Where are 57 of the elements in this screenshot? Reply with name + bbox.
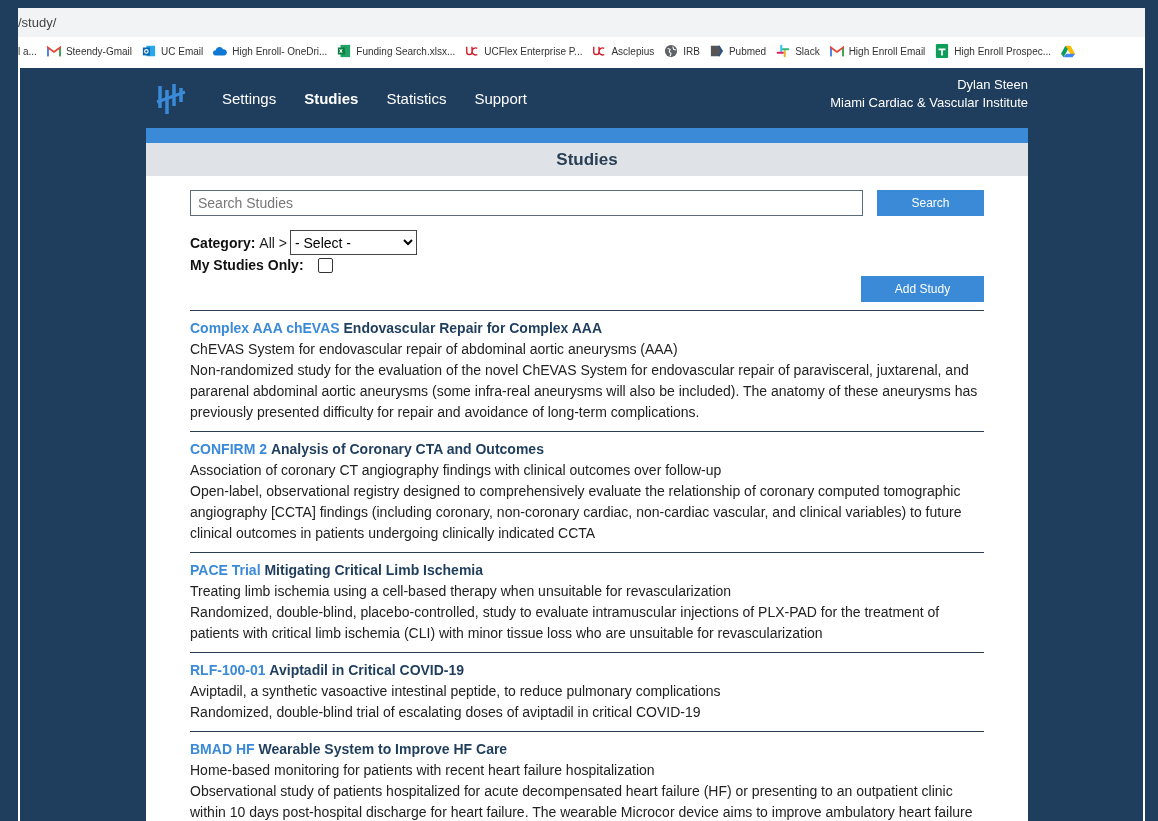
checkbox[interactable]	[317, 257, 333, 273]
globe-icon	[664, 44, 679, 58]
mail-icon	[46, 44, 61, 58]
nav-link[interactable]: Support	[474, 89, 527, 107]
nav-link[interactable]: Studies	[304, 89, 359, 107]
nav-link[interactable]: Settings	[222, 89, 277, 107]
bookmark[interactable]: High Enroll- OneDri...	[213, 44, 328, 58]
study-description: Observational study of patients hospitalized for acute decompensated heart failure (HF) or presenting to an outpatient clinic within 10 days post-hospital discharge for heart failure. The wearable Microcor device aims to improve ambulatory heart failure	[190, 782, 974, 821]
bookmark[interactable]: Slack	[776, 44, 820, 58]
category-path: All >	[259, 234, 287, 251]
spreadsheet-icon	[337, 44, 352, 58]
bookmark-icon	[709, 44, 724, 58]
triangle-icon	[1061, 44, 1076, 58]
bookmark[interactable]: Asclepius	[592, 44, 655, 58]
nav-link[interactable]: Statistics	[386, 89, 447, 107]
bookmark[interactable]: UCFlex Enterprise P...	[465, 44, 583, 58]
study-summary: Aviptadil, a synthetic vasoactive intestinal peptide, to reduce pulmonary complications	[190, 682, 722, 701]
study-title: PACE Trial Mitigating Critical Limb Ischemia	[190, 561, 485, 580]
study-title: BMAD HF Wearable System to Improve HF Care	[190, 740, 509, 759]
logo-icon	[592, 44, 607, 58]
bookmark[interactable]: IRB	[664, 44, 700, 58]
address-bar-text[interactable]: /study/	[18, 15, 57, 30]
my-studies-label: My Studies Only:	[190, 257, 304, 273]
organization-name: Miami Cardiac & Vascular Institute	[830, 94, 1028, 112]
logo-icon[interactable]	[156, 82, 186, 114]
study-title: Complex AAA chEVAS Endovascular Repair for Complex AAA	[190, 319, 604, 338]
study-summary: Treating limb ischemia using a cell-based therapy when unsuitable for revascularization	[190, 582, 733, 601]
bookmark[interactable]: Funding Search.xlsx...	[337, 44, 456, 58]
mail-icon	[142, 44, 157, 58]
mail-icon	[829, 44, 844, 58]
study-description: Open-label, observational registry designed to comprehensively evaluate the relationship of coronary computed tomographic angiography [CCTA] findings (including coronary, non-coronary cardiac, non-cardiac vascular, and clinical variables) to future clinical outcomes in patients undergoing clinically indicated CCTA	[190, 482, 963, 543]
study-summary: ChEVAS System for endovascular repair of abdominal aortic aneurysms (AAA)	[190, 340, 679, 359]
study-description: Randomized, double-blind, placebo-controlled, study to evaluate intramuscular injections of PLX-PAD for the treatment of patients with critical limb ischemia (CLI) with minor tissue loss who are unsuitable for revascularization	[190, 603, 941, 643]
bookmark[interactable]: Steendy-Gmail	[46, 44, 133, 58]
spreadsheet-icon	[935, 44, 950, 58]
study-summary: Association of coronary CT angiography findings with clinical outcomes over follow-up	[190, 461, 723, 480]
study-description: Non-randomized study for the evaluation of the novel ChEVAS System for endovascular repair of paravisceral, juxtarenal, and pararenal abdominal aortic aneurysms (some infra-real aneurysms will also be included). The anatomy of these aneurysms has previously presented difficulty for repair and avoidance of long-term complications.	[190, 361, 979, 422]
page-title: Studies	[556, 149, 618, 170]
add-study-button[interactable]: Add Study	[861, 276, 984, 302]
hash-icon	[776, 44, 791, 58]
study-title: RLF-100-01 Aviptadil in Critical COVID-19	[190, 661, 466, 680]
bookmark[interactable]: l a...	[18, 45, 37, 57]
cloud-icon	[213, 44, 228, 58]
bookmark[interactable]	[1061, 44, 1076, 58]
category-label: Category:	[190, 234, 256, 251]
user-name: Dylan Steen	[956, 76, 1028, 94]
study-title: CONFIRM 2 Analysis of Coronary CTA and Outcomes	[190, 440, 545, 459]
study-summary: Home-based monitoring for patients with recent heart failure hospitalization	[190, 761, 656, 780]
logo-icon	[465, 44, 480, 58]
bookmark[interactable]: UC Email	[142, 44, 204, 58]
search-field[interactable]: Search Studies	[190, 190, 863, 216]
study-description: Randomized, double-blind trial of escalating doses of aviptadil in critical COVID-19	[190, 703, 702, 722]
bookmark[interactable]: High Enroll Prospec...	[935, 44, 1052, 58]
bookmark[interactable]: High Enroll Email	[829, 44, 926, 58]
bookmark[interactable]: Pubmed	[709, 44, 767, 58]
category-dropdown[interactable]: - Select -	[290, 230, 417, 255]
search-button[interactable]: Search	[877, 190, 984, 216]
